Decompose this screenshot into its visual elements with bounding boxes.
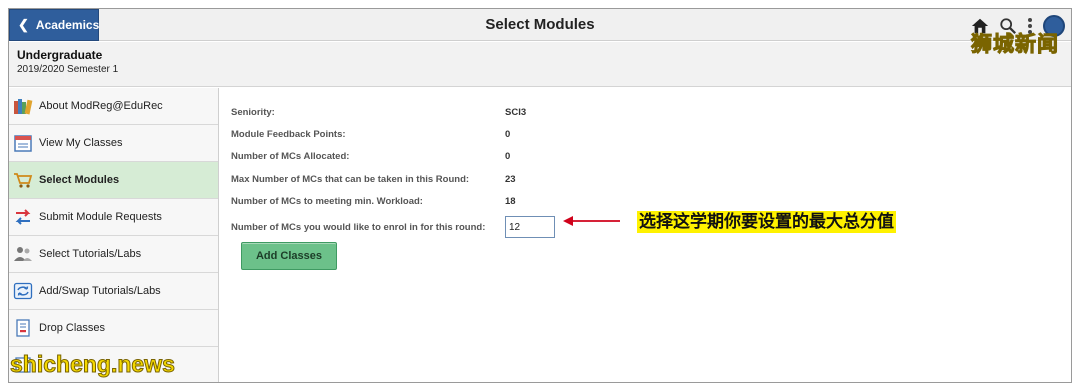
add-classes-button[interactable]: Add Classes — [241, 242, 337, 270]
annotation-arrow — [563, 216, 620, 226]
chevron-left-icon: ❮ — [18, 17, 29, 32]
career-term-header: Undergraduate 2019/2020 Semester 1 — [9, 42, 1071, 87]
app-frame: ❮ Academics Select Modules Undergraduate… — [8, 8, 1072, 383]
sidebar-item-label: About ModReg@EduRec — [39, 100, 163, 112]
sidebar-item-label: View My Classes — [39, 137, 123, 149]
info-row-min-workload: Number of MCs to meeting min. Workload: … — [231, 190, 591, 212]
info-row-max-mcs: Max Number of MCs that can be taken in t… — [231, 168, 591, 190]
swap-arrows-icon — [15, 209, 31, 225]
watermark-top: 狮城新闻 — [971, 33, 1059, 57]
people-icon — [14, 247, 32, 261]
sidebar-item-label: Submit Module Requests — [39, 211, 162, 223]
back-academics-button[interactable]: ❮ Academics — [9, 9, 99, 41]
calendar-icon — [14, 135, 32, 152]
field-value: 0 — [505, 151, 511, 163]
watermark-bottom: shicheng.news — [10, 351, 176, 378]
sidebar-item-label: Select Tutorials/Labs — [39, 248, 142, 260]
sidebar-item-select-modules[interactable]: Select Modules — [9, 162, 218, 199]
module-info-panel: Seniority: SCI3 Module Feedback Points: … — [231, 101, 591, 242]
field-value: 18 — [505, 195, 516, 207]
refresh-icon — [13, 282, 33, 300]
sidebar-item-submit-module-requests[interactable]: Submit Module Requests — [9, 199, 218, 236]
sidebar-item-label: Select Modules — [39, 174, 120, 186]
sidebar: About ModReg@EduRec View My Classes Sele… — [9, 88, 219, 382]
sidebar-item-view-my-classes[interactable]: View My Classes — [9, 125, 218, 162]
top-bar: ❮ Academics Select Modules — [9, 9, 1071, 41]
career-label: Undergraduate — [17, 48, 103, 62]
sidebar-item-add-swap-tutorials-labs[interactable]: Add/Swap Tutorials/Labs — [9, 273, 218, 310]
info-row-seniority: Seniority: SCI3 — [231, 101, 591, 123]
field-value: 0 — [505, 128, 511, 140]
enrol-mcs-label: Number of MCs you would like to enrol in… — [231, 221, 486, 233]
info-row-enrol-mcs: Number of MCs you would like to enrol in… — [231, 212, 591, 242]
field-label: Max Number of MCs that can be taken in t… — [231, 173, 470, 185]
page-title: Select Modules — [485, 16, 595, 33]
enrol-mcs-input[interactable] — [505, 216, 555, 239]
sidebar-item-about-modreg[interactable]: About ModReg@EduRec — [9, 88, 218, 125]
annotation-note: 选择这学期你要设置的最大总分值 — [637, 211, 896, 233]
field-label: Seniority: — [231, 106, 275, 118]
sidebar-item-label: Drop Classes — [39, 322, 106, 334]
field-label: Module Feedback Points: — [231, 128, 346, 140]
back-button-label: Academics — [35, 18, 100, 32]
info-row-feedback-points: Module Feedback Points: 0 — [231, 123, 591, 145]
document-minus-icon — [16, 319, 30, 337]
books-icon — [14, 99, 33, 115]
field-value: SCI3 — [505, 106, 527, 118]
sidebar-item-drop-classes[interactable]: Drop Classes — [9, 310, 218, 347]
term-label: 2019/2020 Semester 1 — [17, 64, 119, 75]
cart-icon — [14, 173, 33, 188]
field-label: Number of MCs to meeting min. Workload: — [231, 195, 423, 207]
sidebar-item-label: Add/Swap Tutorials/Labs — [39, 285, 161, 297]
field-value: 23 — [505, 173, 516, 185]
field-label: Number of MCs Allocated: — [231, 151, 350, 163]
sidebar-item-select-tutorials-labs[interactable]: Select Tutorials/Labs — [9, 236, 218, 273]
info-row-mcs-allocated: Number of MCs Allocated: 0 — [231, 146, 591, 168]
